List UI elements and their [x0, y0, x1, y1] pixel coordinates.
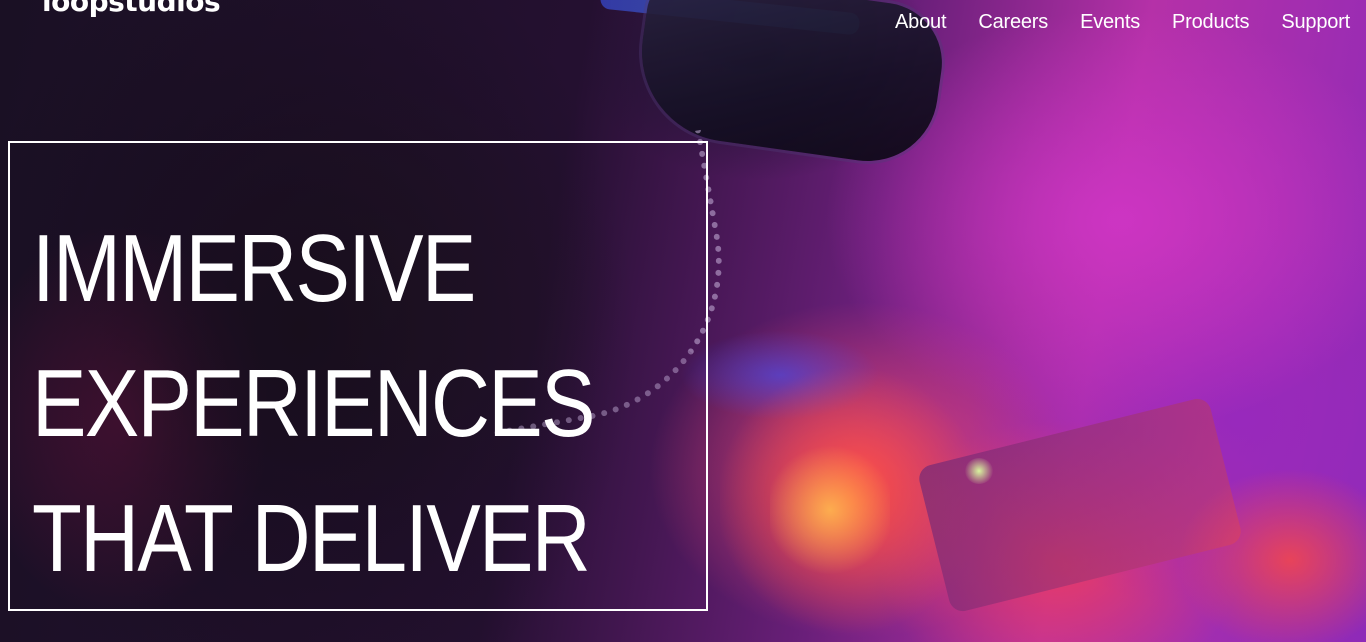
nav-link-support[interactable]: Support — [1281, 11, 1350, 33]
site-logo[interactable]: loopstudios — [42, 0, 221, 16]
headline-line-2: EXPERIENCES — [32, 350, 595, 457]
nav-item-products: Products — [1172, 10, 1250, 34]
headline-line-1: IMMERSIVE — [32, 215, 476, 322]
hero-background-detail — [599, 0, 861, 36]
nav-item-support: Support — [1281, 10, 1350, 34]
hero-headline-box: IMMERSIVE EXPERIENCES THAT DELIVER — [8, 141, 708, 611]
nav-item-events: Events — [1080, 10, 1140, 34]
hero-background-detail — [680, 330, 880, 420]
nav-link-products[interactable]: Products — [1172, 11, 1250, 33]
nav-link-careers[interactable]: Careers — [978, 11, 1048, 33]
handheld-device-graphic — [916, 395, 1244, 615]
headline-line-3: THAT DELIVER — [32, 485, 591, 592]
hero-section: loopstudios About Careers Events Product… — [0, 0, 1366, 642]
nav-item-careers: Careers — [978, 10, 1048, 34]
hero-background-detail — [965, 458, 993, 484]
hand-graphic — [1180, 470, 1366, 642]
hero-headline: IMMERSIVE EXPERIENCES THAT DELIVER — [32, 201, 595, 606]
hero-background-detail — [720, 360, 980, 640]
main-navigation: About Careers Events Products Support — [895, 10, 1350, 34]
nav-item-about: About — [895, 10, 946, 34]
nav-link-events[interactable]: Events — [1080, 11, 1140, 33]
nav-link-about[interactable]: About — [895, 11, 946, 33]
hero-background-detail — [770, 440, 890, 580]
